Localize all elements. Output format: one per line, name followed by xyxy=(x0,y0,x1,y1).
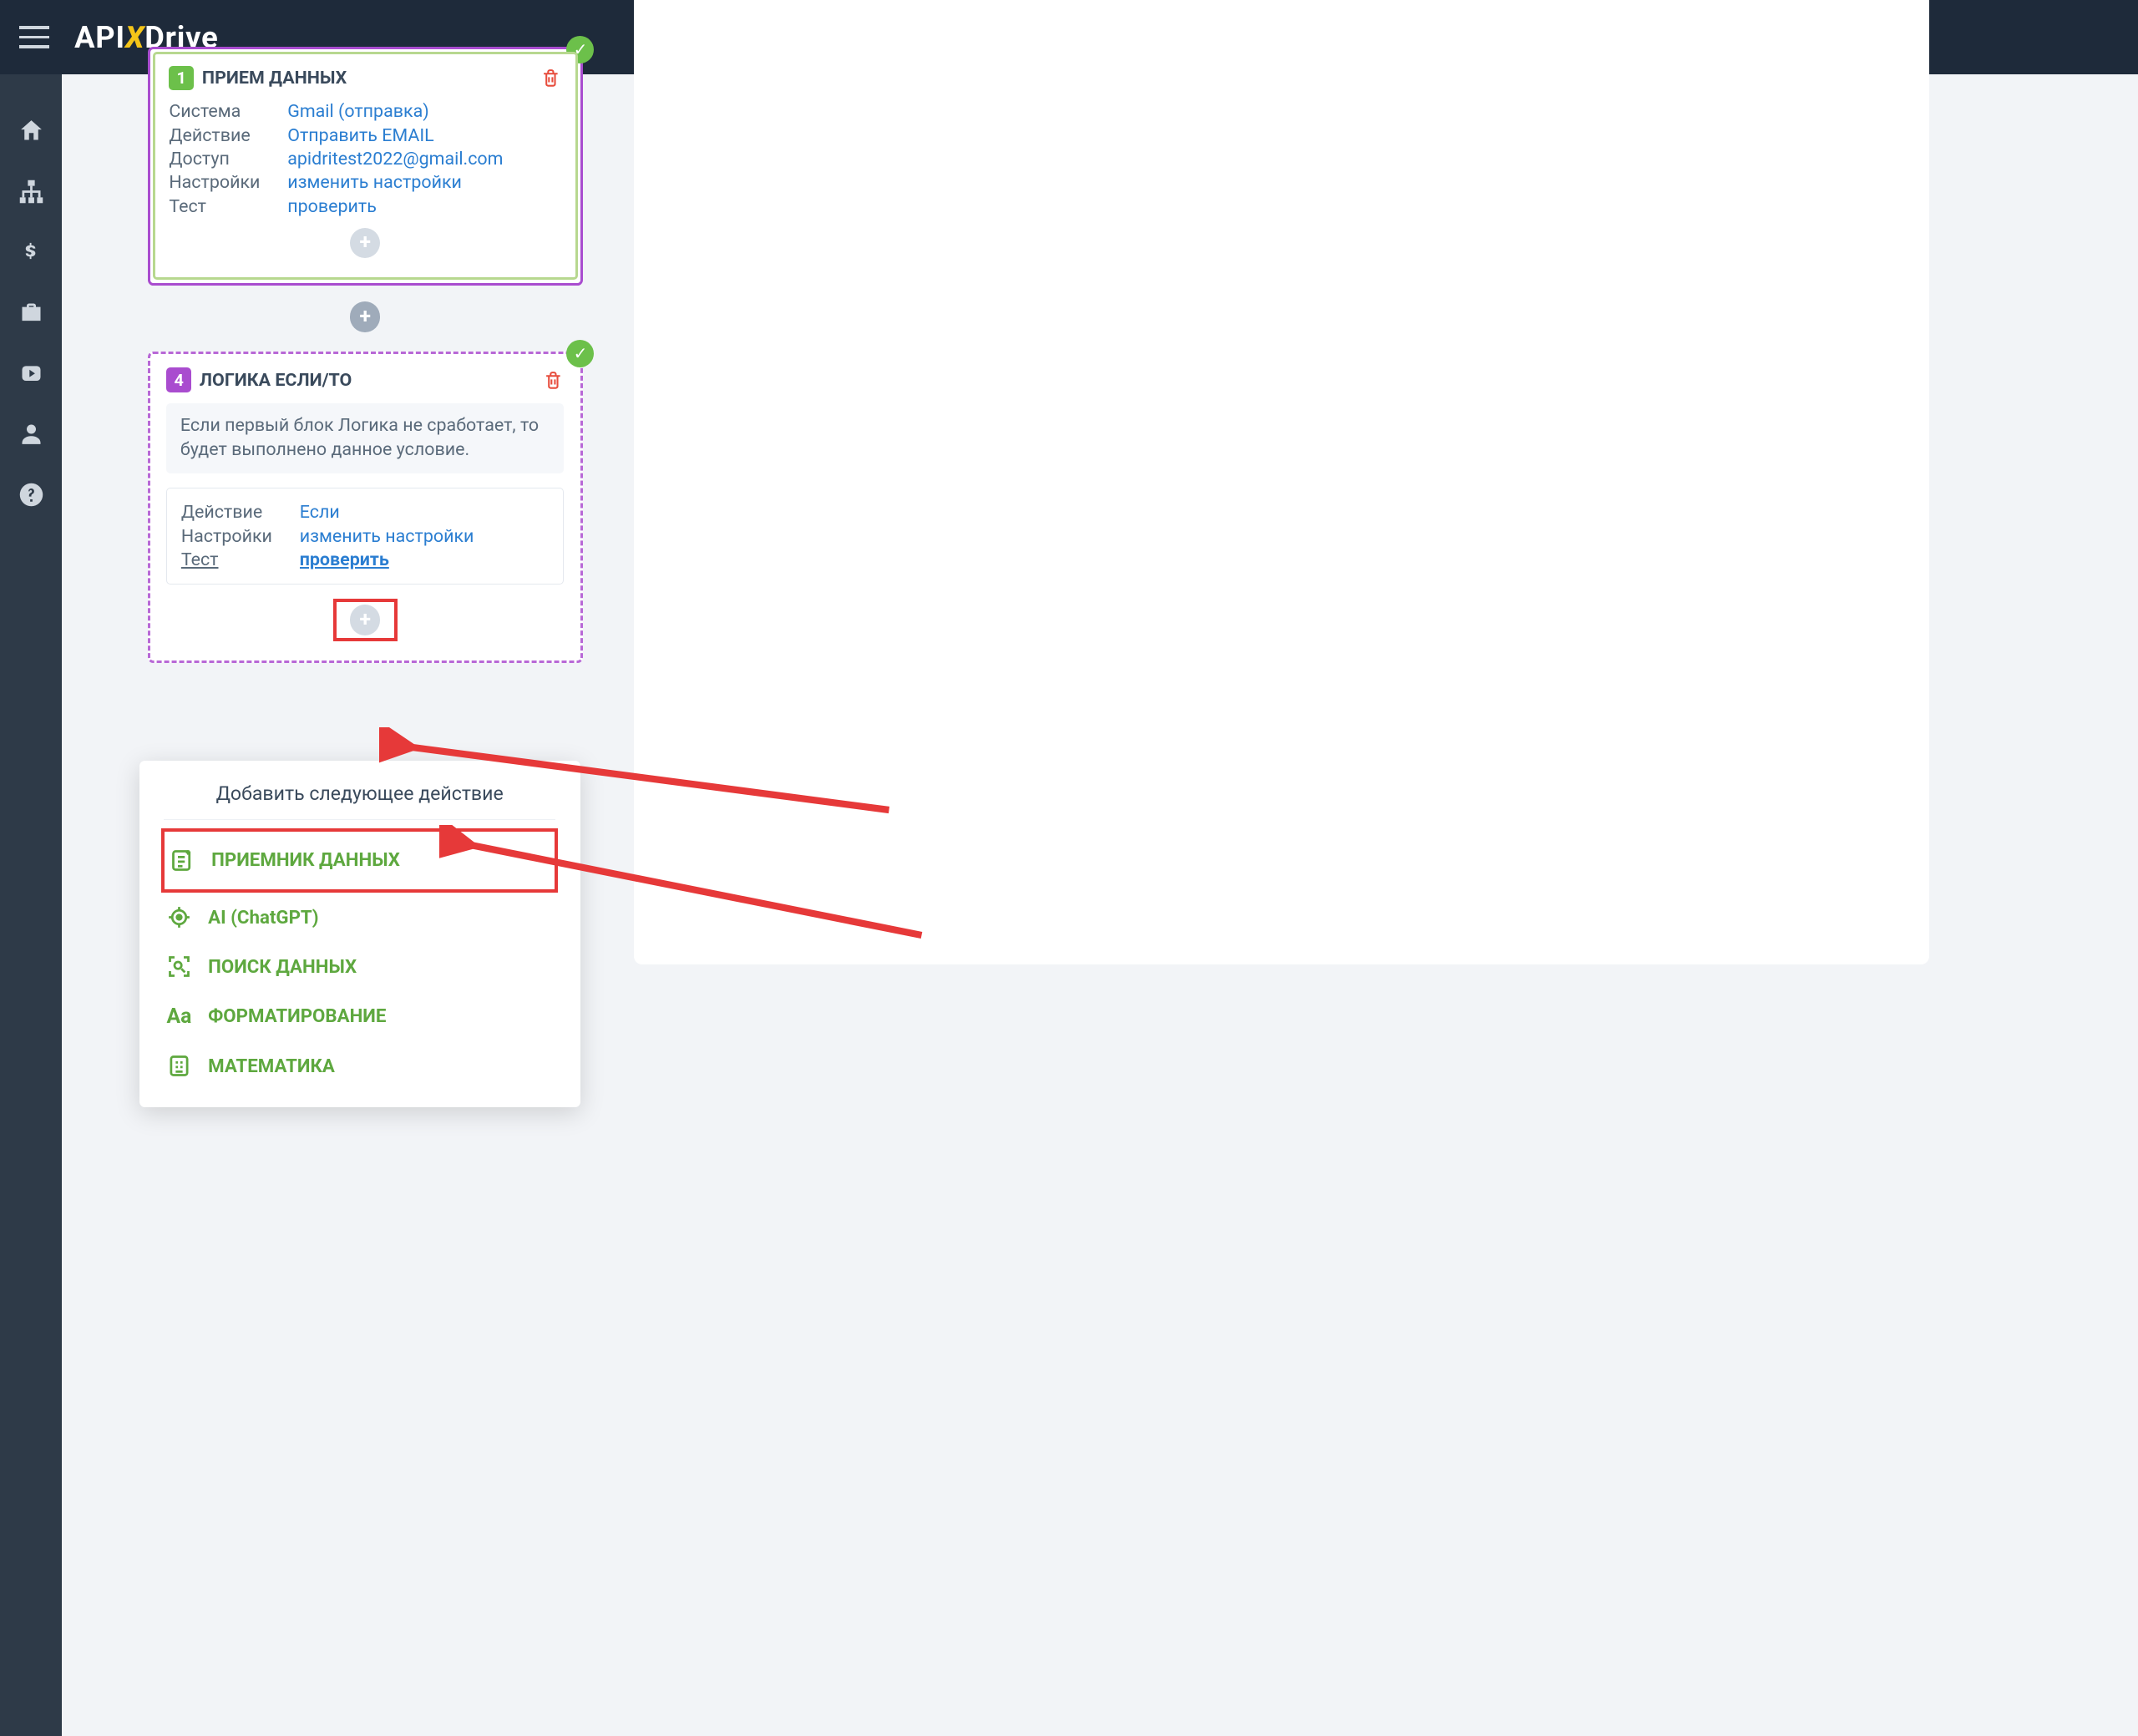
label-action: Действие xyxy=(169,125,287,146)
link-test[interactable]: проверить xyxy=(300,549,389,570)
label-test: Тест xyxy=(181,549,300,570)
label-system: Система xyxy=(169,101,287,122)
link-access[interactable]: apidritest2022@gmail.com xyxy=(287,149,503,170)
popup-item-label: ПОИСК ДАННЫХ xyxy=(208,956,357,978)
check-icon: ✓ xyxy=(566,340,594,367)
calculator-icon xyxy=(164,1051,194,1081)
help-icon[interactable] xyxy=(16,479,46,509)
popup-item-math[interactable]: МАТЕМАТИКА xyxy=(139,1041,580,1091)
canvas: ✓ 1 ПРИЕМ ДАННЫХ СистемаGmail (отправка)… xyxy=(62,74,2138,1736)
label-settings: Настройки xyxy=(181,526,300,547)
youtube-icon[interactable] xyxy=(16,358,46,388)
step-title: ЛОГИКА ЕСЛИ/ТО xyxy=(200,370,535,391)
sitemap-icon[interactable] xyxy=(16,176,46,206)
popup-item-label: ПРИЕМНИК ДАННЫХ xyxy=(211,849,400,871)
add-action-button[interactable]: + xyxy=(350,605,380,635)
popup-item-format[interactable]: Aa ФОРМАТИРОВАНИЕ xyxy=(139,992,580,1041)
step-title: ПРИЕМ ДАННЫХ xyxy=(202,68,533,89)
menu-icon[interactable] xyxy=(19,26,49,48)
user-icon[interactable] xyxy=(16,419,46,449)
popup-item-label: МАТЕМАТИКА xyxy=(208,1055,335,1077)
left-nav xyxy=(0,74,62,1736)
link-action[interactable]: Отправить EMAIL xyxy=(287,125,433,146)
scan-icon xyxy=(164,952,194,982)
popup-item-ai[interactable]: AI (ChatGPT) xyxy=(139,893,580,942)
highlight-box-receiver: ПРИЕМНИК ДАННЫХ xyxy=(161,828,558,893)
link-test[interactable]: проверить xyxy=(287,196,377,217)
briefcase-icon[interactable] xyxy=(16,297,46,327)
link-action[interactable]: Если xyxy=(300,502,340,523)
popup-item-receiver[interactable]: ПРИЕМНИК ДАННЫХ xyxy=(165,836,552,885)
link-settings[interactable]: изменить настройки xyxy=(300,526,474,547)
popup-item-label: AI (ChatGPT) xyxy=(208,907,318,929)
block-logic: ✓ 4 ЛОГИКА ЕСЛИ/ТО Если первый блок Логи… xyxy=(148,352,583,663)
home-icon[interactable] xyxy=(16,116,46,146)
logic-details: ДействиеЕсли Настройкиизменить настройки… xyxy=(166,488,564,585)
label-access: Доступ xyxy=(169,149,287,170)
logic-notice: Если первый блок Логика не сработает, то… xyxy=(166,403,564,473)
popup-item-search[interactable]: ПОИСК ДАННЫХ xyxy=(139,942,580,991)
highlight-box-plus: + xyxy=(333,599,398,641)
link-settings[interactable]: изменить настройки xyxy=(287,172,462,193)
step-number: 1 xyxy=(169,66,194,91)
add-action-popup: Добавить следующее действие ПРИЕМНИК ДАН… xyxy=(139,761,580,1107)
list-plus-icon xyxy=(167,845,197,875)
label-test: Тест xyxy=(169,196,287,217)
trash-icon[interactable] xyxy=(540,68,561,89)
add-step-between-button[interactable]: + xyxy=(350,301,380,332)
trash-icon[interactable] xyxy=(543,370,564,391)
content-panel xyxy=(634,0,1929,964)
ai-icon xyxy=(164,902,194,932)
link-system[interactable]: Gmail (отправка) xyxy=(287,101,429,122)
dollar-icon[interactable] xyxy=(16,237,46,267)
popup-title: Добавить следующее действие xyxy=(164,774,555,819)
popup-item-label: ФОРМАТИРОВАНИЕ xyxy=(208,1005,386,1027)
label-settings: Настройки xyxy=(169,172,287,193)
block-receive-data: ✓ 1 ПРИЕМ ДАННЫХ СистемаGmail (отправка)… xyxy=(148,47,583,285)
step-number: 4 xyxy=(166,367,191,392)
aa-icon: Aa xyxy=(164,1001,194,1031)
add-step-inline-button[interactable]: + xyxy=(350,228,380,258)
label-action: Действие xyxy=(181,502,300,523)
